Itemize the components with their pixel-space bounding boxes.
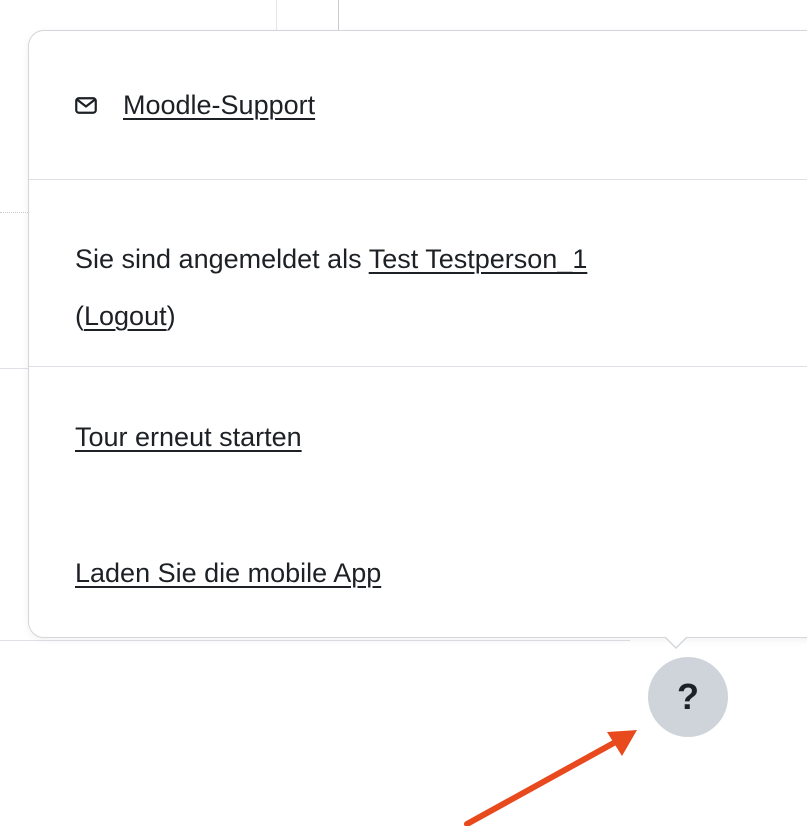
- close-paren: ): [166, 301, 176, 331]
- support-row[interactable]: Moodle-Support: [75, 87, 315, 123]
- envelope-icon: [75, 96, 97, 114]
- restart-tour-link[interactable]: Tour erneut starten: [75, 419, 302, 455]
- background-divider: [276, 0, 277, 30]
- red-arrow-icon: [464, 730, 637, 826]
- background-dotted-line: [0, 212, 30, 213]
- popover-tip: [664, 636, 688, 649]
- open-paren: (: [75, 301, 84, 331]
- login-info: Sie sind angemeldet als Test Testperson_…: [75, 231, 765, 345]
- logout-link[interactable]: Logout: [84, 301, 167, 331]
- background-divider: [0, 640, 630, 641]
- help-button[interactable]: ?: [648, 657, 728, 737]
- popover-divider: [29, 179, 807, 180]
- moodle-support-link[interactable]: Moodle-Support: [123, 87, 315, 123]
- user-profile-link[interactable]: Test Testperson_1: [369, 244, 588, 274]
- login-prefix-text: Sie sind angemeldet als: [75, 244, 369, 274]
- help-popover: Moodle-Support Sie sind angemeldet als T…: [28, 30, 807, 638]
- page: Moodle-Support Sie sind angemeldet als T…: [0, 0, 807, 826]
- mobile-app-link[interactable]: Laden Sie die mobile App: [75, 555, 381, 591]
- popover-divider: [29, 366, 807, 367]
- question-mark-icon: ?: [677, 676, 699, 717]
- background-divider: [0, 368, 30, 369]
- background-divider: [338, 0, 339, 30]
